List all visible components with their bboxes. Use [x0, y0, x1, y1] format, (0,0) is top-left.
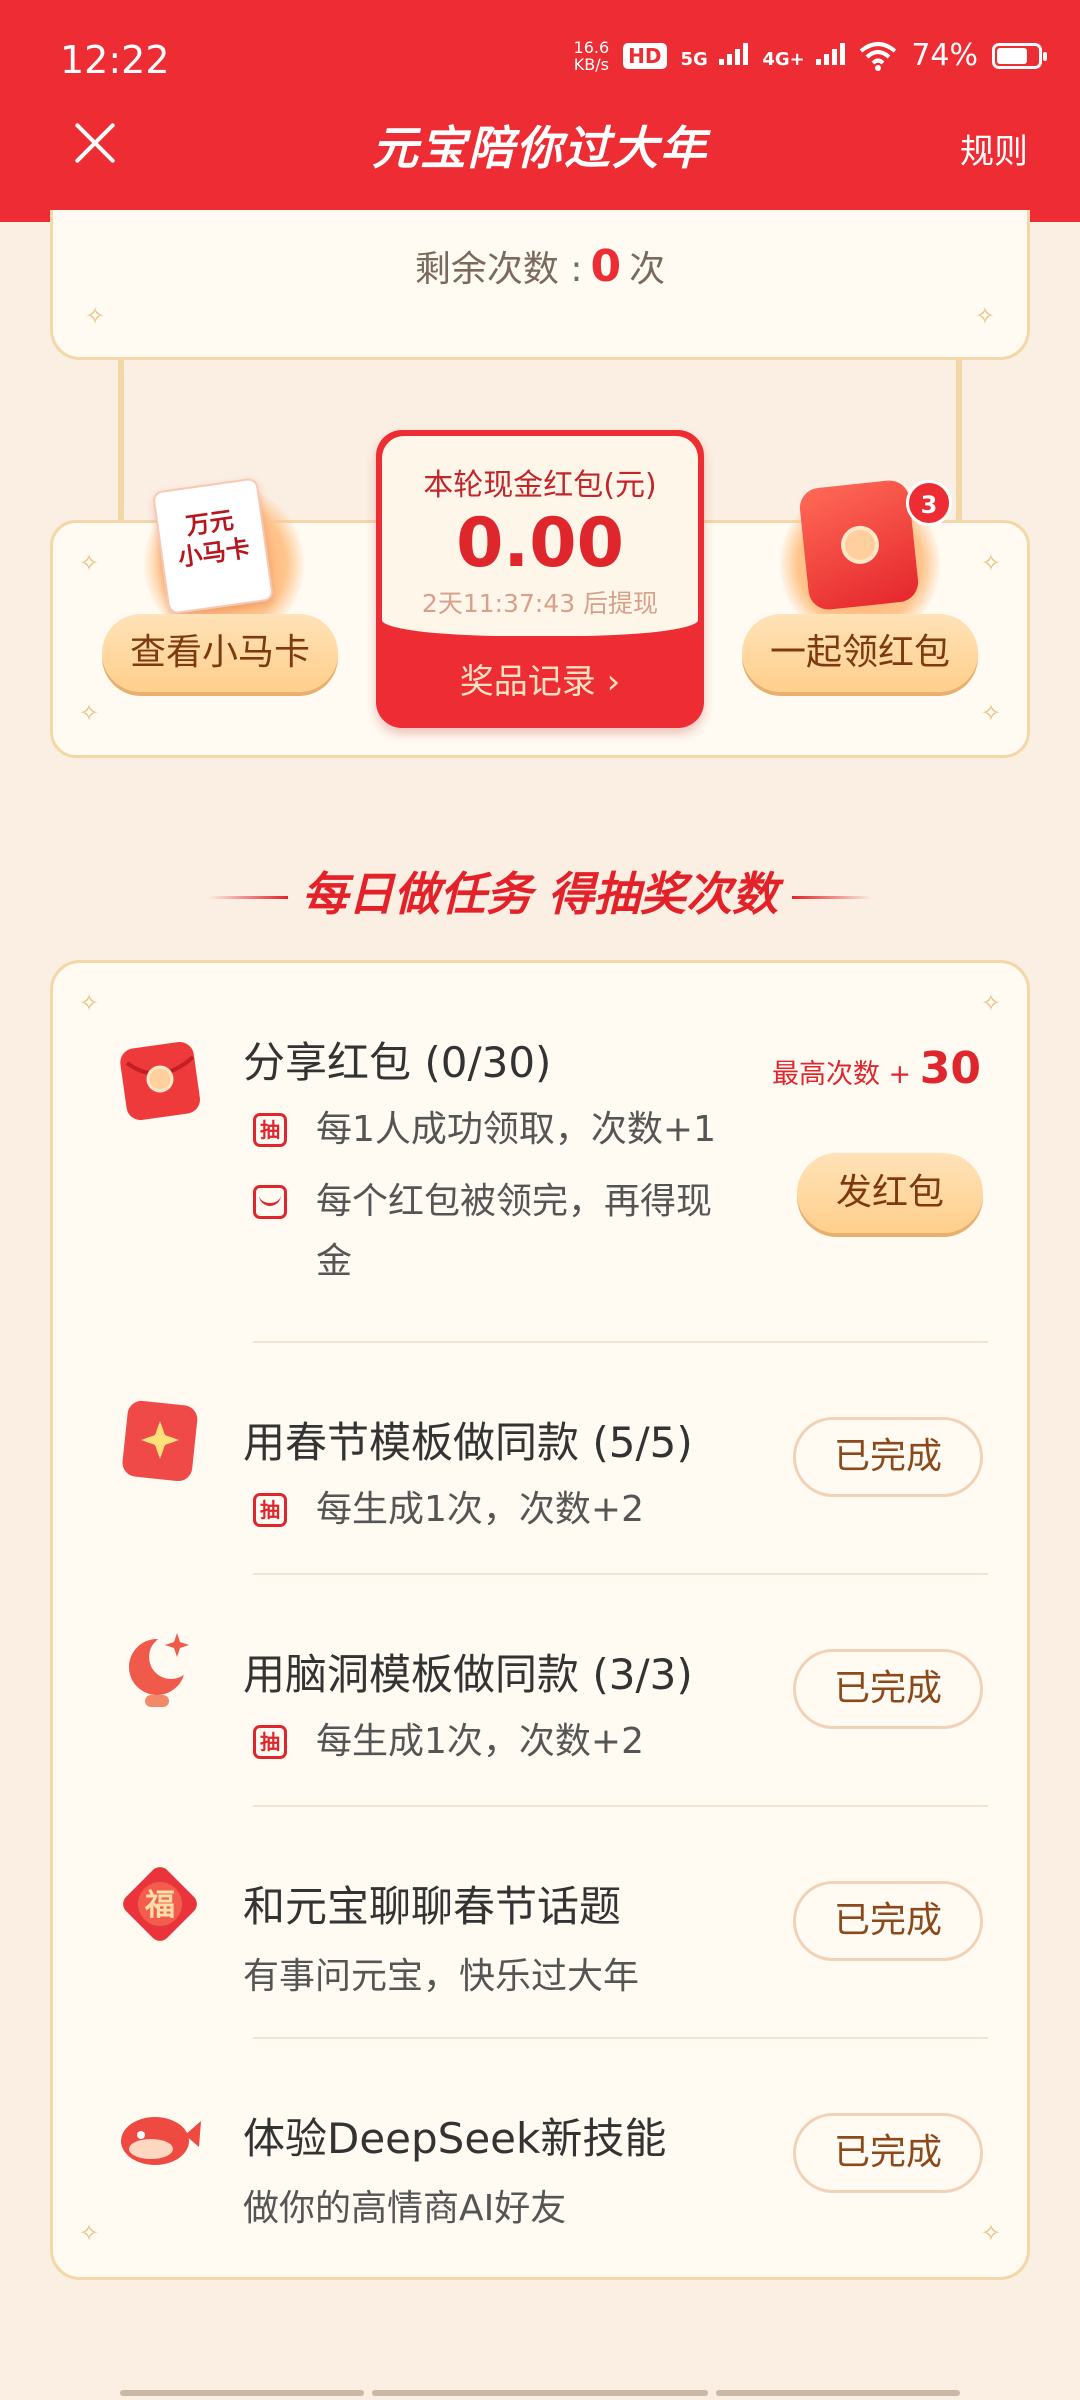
sparkle-icon: ✧ — [79, 699, 100, 727]
status-time: 12:22 — [60, 38, 170, 82]
app-header: 12:22 16.6 KB/s HD 5G 4G+ 74% 元宝陪你过大年 规则 — [0, 0, 1080, 222]
wifi-icon — [860, 41, 897, 71]
spring-template-icon — [122, 1400, 198, 1482]
section-heading: 每日做任务 得抽奖次数 — [0, 858, 1080, 924]
cash-label: 本轮现金红包(元) — [423, 468, 657, 503]
status-icons: 16.6 KB/s HD 5G 4G+ 74% — [573, 37, 1047, 74]
task-list-card: ✧ ✧ ✧ ✧ 分享红包 (0/30) 最高次数 + 30 抽 每1人成功领取，… — [50, 960, 1030, 2280]
status-bar: 12:22 16.6 KB/s HD 5G 4G+ 74% — [0, 0, 1080, 120]
signal-5g-icon: 5G — [681, 38, 749, 73]
gold-connector — [956, 358, 962, 528]
lantern-moon-icon — [129, 1633, 193, 1707]
gold-connector — [118, 358, 124, 528]
net-speed: 16.6 KB/s — [573, 37, 610, 74]
task-title: 用春节模板做同款 (5/5) — [243, 1418, 693, 1467]
battery-percent: 74% — [911, 38, 978, 73]
sparkle-icon: ✧ — [79, 549, 100, 577]
cash-panel: 本轮现金红包(元) 0.00 2天11:37:43 后提现 奖品记录 › — [376, 430, 704, 728]
tab-indicator — [120, 2390, 364, 2396]
remaining-count: 剩余次数 :0次 — [414, 241, 666, 292]
task-item: 体验DeepSeek新技能 做你的高情商AI好友 已完成 — [53, 2039, 1027, 2271]
task-item: 分享红包 (0/30) 最高次数 + 30 抽 每1人成功领取，次数+1 每个红… — [53, 963, 1027, 1343]
svg-text:福: 福 — [144, 1888, 175, 1923]
red-envelope-icon[interactable] — [797, 478, 921, 612]
completed-button[interactable]: 已完成 — [793, 1649, 983, 1729]
task-title: 用脑洞模板做同款 (3/3) — [243, 1650, 693, 1699]
task-item: 用春节模板做同款 (5/5) 抽 每生成1次，次数+2 已完成 — [53, 1343, 1027, 1575]
envelope-count-badge: 3 — [906, 480, 952, 526]
completed-button[interactable]: 已完成 — [793, 2113, 983, 2193]
task-item: 用脑洞模板做同款 (3/3) 抽 每生成1次，次数+2 已完成 — [53, 1575, 1027, 1807]
cash-panel-body: 本轮现金红包(元) 0.00 2天11:37:43 后提现 — [382, 436, 698, 636]
draw-icon: 抽 — [253, 1493, 287, 1527]
task-subtitle: 每生成1次，次数+2 — [316, 1721, 644, 1762]
remaining-card: 剩余次数 :0次 ✧ ✧ — [50, 210, 1030, 360]
task-subtitle: 有事问元宝，快乐过大年 — [243, 1956, 640, 1997]
hd-icon: HD — [623, 42, 667, 69]
completed-button[interactable]: 已完成 — [793, 1881, 983, 1961]
draw-icon: 抽 — [253, 1725, 287, 1759]
sparkle-icon: ✧ — [974, 302, 995, 330]
envelope-icon — [253, 1185, 287, 1219]
whale-icon — [121, 2117, 201, 2165]
completed-button[interactable]: 已完成 — [793, 1417, 983, 1497]
task-item: 福 和元宝聊聊春节话题 有事问元宝，快乐过大年 已完成 — [53, 1807, 1027, 2039]
tab-indicator — [716, 2390, 960, 2396]
cash-value: 0.00 — [456, 504, 624, 583]
rules-link[interactable]: 规则 — [960, 124, 1028, 173]
battery-icon — [992, 42, 1047, 69]
signal-4g-icon: 4G+ — [762, 38, 846, 73]
heading-decoration — [207, 896, 288, 899]
max-count: 最高次数 + 30 — [771, 1043, 981, 1094]
task-subtitle: 每个红包被领完，再得现 — [316, 1181, 713, 1222]
draw-icon: 抽 — [253, 1113, 287, 1147]
fortune-icon: 福 — [123, 1867, 197, 1941]
task-title: 和元宝聊聊春节话题 — [243, 1882, 622, 1931]
heading-decoration — [792, 896, 872, 899]
claim-red-envelope-button[interactable]: 一起领红包 — [742, 614, 978, 692]
task-title: 体验DeepSeek新技能 — [243, 2114, 667, 2163]
sparkle-icon: ✧ — [980, 549, 1001, 577]
task-title: 分享红包 (0/30) — [243, 1038, 552, 1087]
sparkle-icon: ✧ — [85, 302, 106, 330]
sparkle-icon: ✧ — [980, 699, 1001, 727]
withdraw-timer: 2天11:37:43 后提现 — [421, 589, 659, 618]
task-subtitle: 金 — [316, 1241, 353, 1282]
horse-card-icon[interactable]: 万元 小马卡 — [151, 477, 275, 615]
prize-record-link[interactable]: 奖品记录 › — [376, 642, 704, 722]
task-subtitle: 每生成1次，次数+2 — [316, 1489, 644, 1530]
view-horse-card-button[interactable]: 查看小马卡 — [102, 614, 338, 692]
red-envelope-icon — [120, 1042, 200, 1120]
send-red-envelope-button[interactable]: 发红包 — [797, 1153, 983, 1233]
task-subtitle: 每1人成功领取，次数+1 — [316, 1109, 716, 1150]
tab-indicator — [372, 2390, 708, 2396]
page-title: 元宝陪你过大年 — [372, 121, 708, 175]
task-subtitle: 做你的高情商AI好友 — [243, 2188, 567, 2229]
